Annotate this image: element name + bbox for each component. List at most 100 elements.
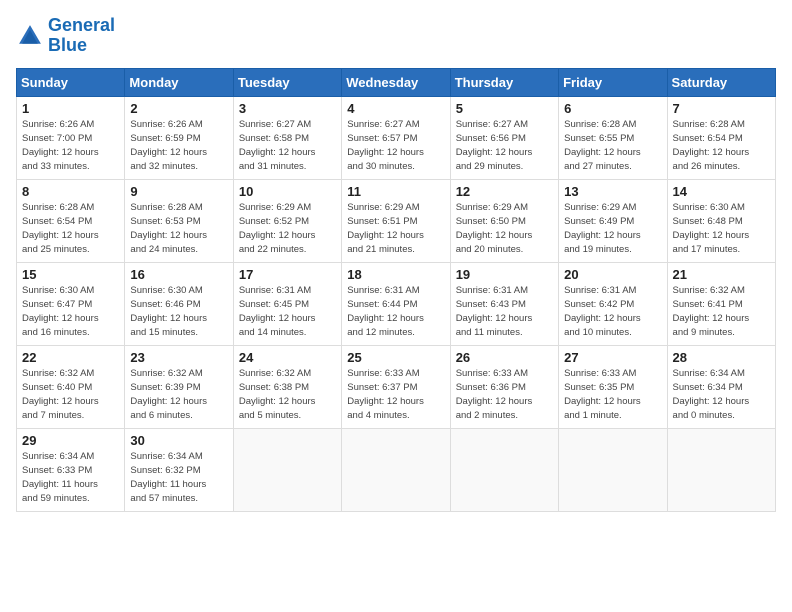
calendar-cell: 3 Sunrise: 6:27 AMSunset: 6:58 PMDaylight… bbox=[233, 96, 341, 179]
day-info: Sunrise: 6:27 AMSunset: 6:58 PMDaylight:… bbox=[239, 118, 336, 175]
calendar-cell: 16Sunrise: 6:30 AMSunset: 6:46 PMDayligh… bbox=[125, 262, 233, 345]
calendar-week-5: 29 Sunrise: 6:34 AMSunset: 6:33 PMDayligh… bbox=[17, 428, 776, 511]
day-info: Sunrise: 6:30 AMSunset: 6:47 PMDaylight:… bbox=[22, 284, 119, 341]
calendar-cell: 10 Sunrise: 6:29 AMSunset: 6:52 PMDayligh… bbox=[233, 179, 341, 262]
day-info: Sunrise: 6:32 AMSunset: 6:40 PMDaylight:… bbox=[22, 367, 119, 424]
logo-line1: General bbox=[48, 16, 115, 36]
calendar-cell: 19Sunrise: 6:31 AMSunset: 6:43 PMDayligh… bbox=[450, 262, 558, 345]
day-number: 9 bbox=[130, 184, 227, 199]
day-number: 29 bbox=[22, 433, 119, 448]
day-info: Sunrise: 6:33 AMSunset: 6:35 PMDaylight:… bbox=[564, 367, 661, 424]
calendar-cell: 14 Sunrise: 6:30 AMSunset: 6:48 PMDayligh… bbox=[667, 179, 775, 262]
day-info: Sunrise: 6:31 AMSunset: 6:44 PMDaylight:… bbox=[347, 284, 444, 341]
header-sunday: Sunday bbox=[17, 68, 125, 96]
day-info: Sunrise: 6:34 AMSunset: 6:34 PMDaylight:… bbox=[673, 367, 770, 424]
logo: General Blue bbox=[16, 16, 115, 56]
day-info: Sunrise: 6:32 AMSunset: 6:39 PMDaylight:… bbox=[130, 367, 227, 424]
day-info: Sunrise: 6:31 AMSunset: 6:42 PMDaylight:… bbox=[564, 284, 661, 341]
day-number: 6 bbox=[564, 101, 661, 116]
header-friday: Friday bbox=[559, 68, 667, 96]
day-number: 26 bbox=[456, 350, 553, 365]
day-number: 21 bbox=[673, 267, 770, 282]
day-info: Sunrise: 6:29 AMSunset: 6:52 PMDaylight:… bbox=[239, 201, 336, 258]
day-number: 5 bbox=[456, 101, 553, 116]
logo-line2: Blue bbox=[48, 36, 115, 56]
calendar: SundayMondayTuesdayWednesdayThursdayFrid… bbox=[16, 68, 776, 512]
day-info: Sunrise: 6:29 AMSunset: 6:49 PMDaylight:… bbox=[564, 201, 661, 258]
calendar-cell: 26 Sunrise: 6:33 AMSunset: 6:36 PMDayligh… bbox=[450, 345, 558, 428]
calendar-cell: 28 Sunrise: 6:34 AMSunset: 6:34 PMDayligh… bbox=[667, 345, 775, 428]
day-info: Sunrise: 6:28 AMSunset: 6:54 PMDaylight:… bbox=[22, 201, 119, 258]
day-number: 2 bbox=[130, 101, 227, 116]
day-info: Sunrise: 6:27 AMSunset: 6:57 PMDaylight:… bbox=[347, 118, 444, 175]
calendar-cell: 1Sunrise: 6:26 AMSunset: 7:00 PMDaylight… bbox=[17, 96, 125, 179]
calendar-cell: 5 Sunrise: 6:27 AMSunset: 6:56 PMDaylight… bbox=[450, 96, 558, 179]
day-info: Sunrise: 6:32 AMSunset: 6:41 PMDaylight:… bbox=[673, 284, 770, 341]
calendar-cell bbox=[450, 428, 558, 511]
day-info: Sunrise: 6:32 AMSunset: 6:38 PMDaylight:… bbox=[239, 367, 336, 424]
day-info: Sunrise: 6:33 AMSunset: 6:37 PMDaylight:… bbox=[347, 367, 444, 424]
calendar-week-4: 22 Sunrise: 6:32 AMSunset: 6:40 PMDayligh… bbox=[17, 345, 776, 428]
calendar-cell bbox=[233, 428, 341, 511]
day-number: 22 bbox=[22, 350, 119, 365]
day-number: 3 bbox=[239, 101, 336, 116]
day-info: Sunrise: 6:28 AMSunset: 6:54 PMDaylight:… bbox=[673, 118, 770, 175]
day-number: 18 bbox=[347, 267, 444, 282]
header-monday: Monday bbox=[125, 68, 233, 96]
day-info: Sunrise: 6:26 AMSunset: 6:59 PMDaylight:… bbox=[130, 118, 227, 175]
day-info: Sunrise: 6:33 AMSunset: 6:36 PMDaylight:… bbox=[456, 367, 553, 424]
calendar-cell: 22 Sunrise: 6:32 AMSunset: 6:40 PMDayligh… bbox=[17, 345, 125, 428]
day-info: Sunrise: 6:30 AMSunset: 6:48 PMDaylight:… bbox=[673, 201, 770, 258]
day-info: Sunrise: 6:30 AMSunset: 6:46 PMDaylight:… bbox=[130, 284, 227, 341]
day-info: Sunrise: 6:28 AMSunset: 6:53 PMDaylight:… bbox=[130, 201, 227, 258]
day-info: Sunrise: 6:29 AMSunset: 6:50 PMDaylight:… bbox=[456, 201, 553, 258]
calendar-cell: 30 Sunrise: 6:34 AMSunset: 6:32 PMDayligh… bbox=[125, 428, 233, 511]
header-wednesday: Wednesday bbox=[342, 68, 450, 96]
day-number: 13 bbox=[564, 184, 661, 199]
calendar-week-1: 1Sunrise: 6:26 AMSunset: 7:00 PMDaylight… bbox=[17, 96, 776, 179]
calendar-cell: 20 Sunrise: 6:31 AMSunset: 6:42 PMDayligh… bbox=[559, 262, 667, 345]
calendar-cell bbox=[667, 428, 775, 511]
calendar-cell: 23 Sunrise: 6:32 AMSunset: 6:39 PMDayligh… bbox=[125, 345, 233, 428]
calendar-cell bbox=[342, 428, 450, 511]
calendar-cell: 25 Sunrise: 6:33 AMSunset: 6:37 PMDayligh… bbox=[342, 345, 450, 428]
calendar-cell: 12 Sunrise: 6:29 AMSunset: 6:50 PMDayligh… bbox=[450, 179, 558, 262]
day-info: Sunrise: 6:34 AMSunset: 6:33 PMDaylight:… bbox=[22, 450, 119, 507]
calendar-cell: 9 Sunrise: 6:28 AMSunset: 6:53 PMDaylight… bbox=[125, 179, 233, 262]
calendar-cell: 27 Sunrise: 6:33 AMSunset: 6:35 PMDayligh… bbox=[559, 345, 667, 428]
day-number: 8 bbox=[22, 184, 119, 199]
day-info: Sunrise: 6:29 AMSunset: 6:51 PMDaylight:… bbox=[347, 201, 444, 258]
day-number: 11 bbox=[347, 184, 444, 199]
logo-icon bbox=[16, 22, 44, 50]
calendar-cell: 29 Sunrise: 6:34 AMSunset: 6:33 PMDayligh… bbox=[17, 428, 125, 511]
calendar-cell: 2 Sunrise: 6:26 AMSunset: 6:59 PMDaylight… bbox=[125, 96, 233, 179]
day-number: 20 bbox=[564, 267, 661, 282]
calendar-cell: 13 Sunrise: 6:29 AMSunset: 6:49 PMDayligh… bbox=[559, 179, 667, 262]
day-number: 28 bbox=[673, 350, 770, 365]
header-tuesday: Tuesday bbox=[233, 68, 341, 96]
day-info: Sunrise: 6:34 AMSunset: 6:32 PMDaylight:… bbox=[130, 450, 227, 507]
calendar-cell: 15Sunrise: 6:30 AMSunset: 6:47 PMDayligh… bbox=[17, 262, 125, 345]
day-number: 12 bbox=[456, 184, 553, 199]
calendar-cell: 7Sunrise: 6:28 AMSunset: 6:54 PMDaylight… bbox=[667, 96, 775, 179]
day-number: 24 bbox=[239, 350, 336, 365]
calendar-header-row: SundayMondayTuesdayWednesdayThursdayFrid… bbox=[17, 68, 776, 96]
day-number: 10 bbox=[239, 184, 336, 199]
calendar-cell: 4 Sunrise: 6:27 AMSunset: 6:57 PMDaylight… bbox=[342, 96, 450, 179]
day-info: Sunrise: 6:31 AMSunset: 6:43 PMDaylight:… bbox=[456, 284, 553, 341]
day-number: 25 bbox=[347, 350, 444, 365]
day-info: Sunrise: 6:28 AMSunset: 6:55 PMDaylight:… bbox=[564, 118, 661, 175]
header-thursday: Thursday bbox=[450, 68, 558, 96]
day-number: 30 bbox=[130, 433, 227, 448]
calendar-cell: 6 Sunrise: 6:28 AMSunset: 6:55 PMDaylight… bbox=[559, 96, 667, 179]
day-number: 27 bbox=[564, 350, 661, 365]
calendar-cell bbox=[559, 428, 667, 511]
calendar-cell: 11 Sunrise: 6:29 AMSunset: 6:51 PMDayligh… bbox=[342, 179, 450, 262]
day-info: Sunrise: 6:27 AMSunset: 6:56 PMDaylight:… bbox=[456, 118, 553, 175]
day-number: 23 bbox=[130, 350, 227, 365]
day-info: Sunrise: 6:26 AMSunset: 7:00 PMDaylight:… bbox=[22, 118, 119, 175]
day-number: 14 bbox=[673, 184, 770, 199]
day-info: Sunrise: 6:31 AMSunset: 6:45 PMDaylight:… bbox=[239, 284, 336, 341]
day-number: 4 bbox=[347, 101, 444, 116]
calendar-cell: 17Sunrise: 6:31 AMSunset: 6:45 PMDayligh… bbox=[233, 262, 341, 345]
